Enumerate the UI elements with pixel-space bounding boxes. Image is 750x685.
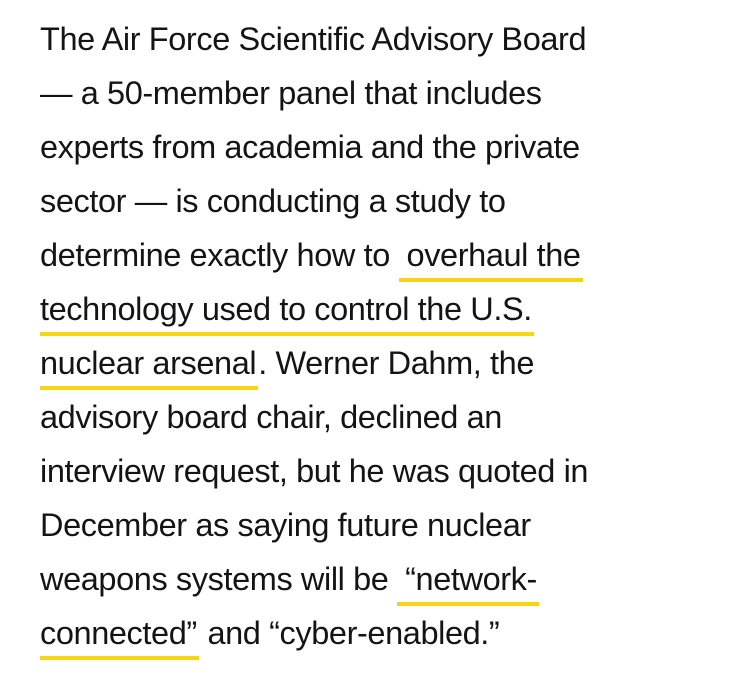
paragraph-line: December as saying future nuclear (40, 507, 531, 543)
network-connected-link-continued[interactable]: connected” (40, 615, 199, 660)
paragraph-line: advisory board chair, declined an (40, 399, 502, 435)
paragraph-line: technology used to control the U.S. (40, 282, 730, 336)
paragraph-line: determine exactly how to overhaul the (40, 228, 730, 282)
overhaul-technology-link[interactable]: overhaul the (398, 237, 583, 282)
paragraph-text: determine exactly how to (40, 237, 390, 273)
paragraph-text: . Werner Dahm, the (258, 345, 534, 381)
paragraph-line: nuclear arsenal. Werner Dahm, the (40, 336, 730, 390)
paragraph-line: sector — is conducting a study to (40, 183, 506, 219)
paragraph-line: weapons systems will be “network- (40, 552, 730, 606)
network-connected-link[interactable]: “network- (397, 561, 539, 606)
paragraph-line: interview request, but he was quoted in (40, 453, 589, 489)
overhaul-technology-link-continued[interactable]: technology used to control the U.S. (40, 291, 534, 336)
paragraph-line: — a 50-member panel that includes (40, 75, 542, 111)
paragraph-text: weapons systems will be (40, 561, 389, 597)
paragraph-line: experts from academia and the private (40, 129, 580, 165)
paragraph-line: connected” and “cyber-enabled.” (40, 606, 730, 660)
overhaul-technology-link-end[interactable]: nuclear arsenal (40, 345, 259, 390)
paragraph-text: and “cyber-enabled.” (207, 615, 500, 651)
paragraph-line: The Air Force Scientific Advisory Board (40, 21, 587, 57)
article-paragraph: The Air Force Scientific Advisory Board … (40, 12, 730, 660)
